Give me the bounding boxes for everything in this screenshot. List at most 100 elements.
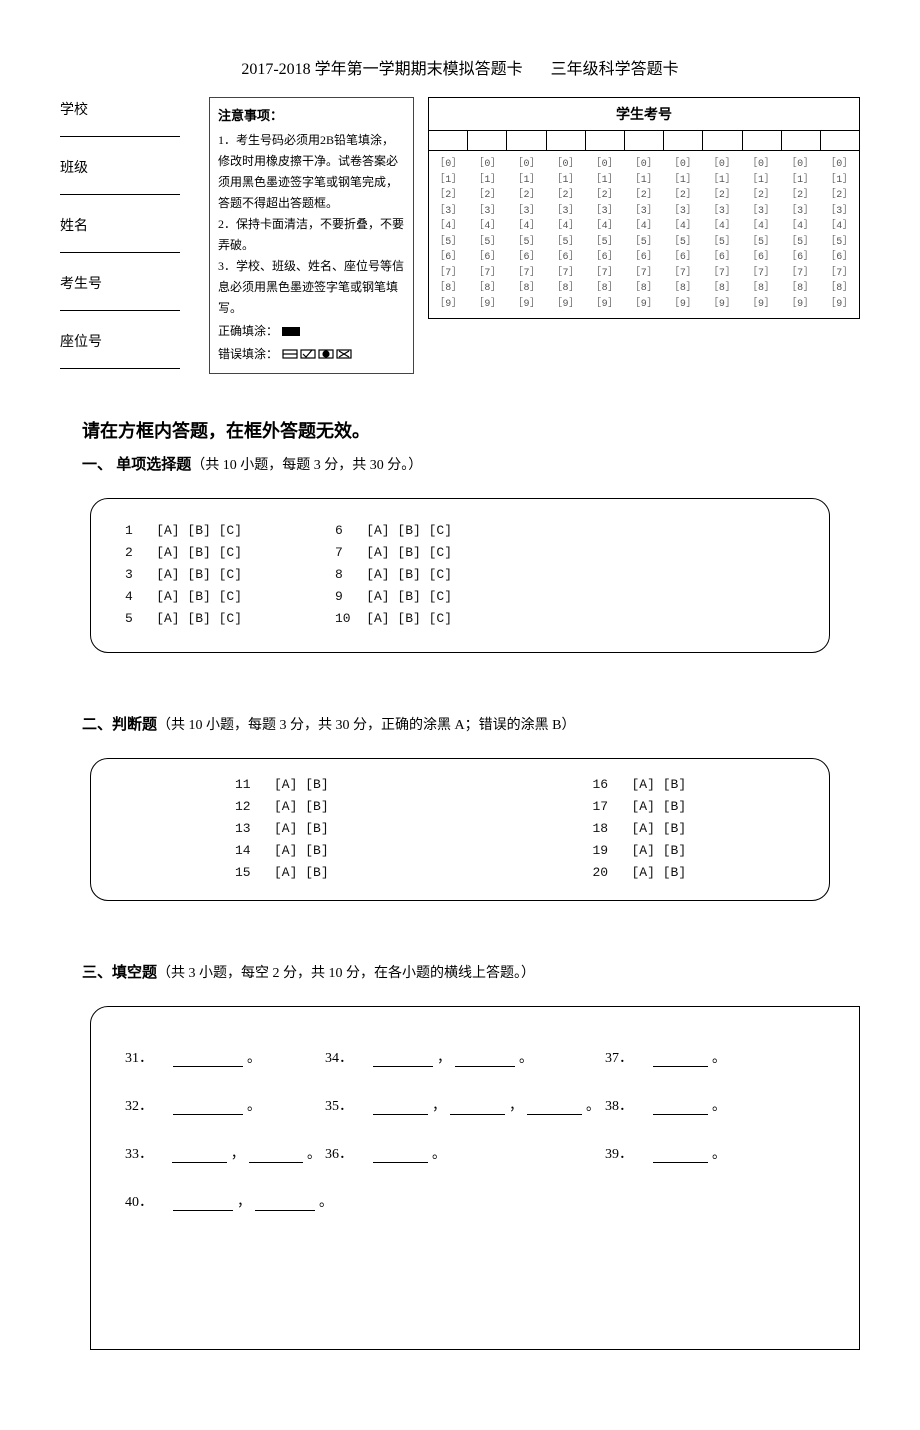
section1-col-right[interactable]: 6 [A] [B] [C]7 [A] [B] [C]8 [A] [B] [C]9… [335,523,545,626]
bubble-digit[interactable]: ［4］ [624,219,663,235]
bubble-digit[interactable]: ［4］ [507,219,546,235]
bubble-digit[interactable]: ［9］ [664,297,703,313]
bubble-digit[interactable]: ［5］ [781,235,820,251]
bubble-digit[interactable]: ［7］ [546,266,585,282]
choice-row[interactable]: 16 [A] [B] [593,777,796,792]
bubble-digit[interactable]: ［9］ [703,297,742,313]
bubble-digit[interactable]: ［6］ [742,250,781,266]
bubble-digit[interactable]: ［7］ [742,266,781,282]
bubble-digit[interactable]: ［2］ [624,188,663,204]
fill-q31[interactable]: 31．。 [125,1047,325,1067]
bubble-digit[interactable]: ［7］ [664,266,703,282]
choice-row[interactable]: 10 [A] [B] [C] [335,611,545,626]
section1-col-left[interactable]: 1 [A] [B] [C]2 [A] [B] [C]3 [A] [B] [C]4… [125,523,335,626]
bubble-digit[interactable]: ［9］ [468,297,507,313]
bubble-digit[interactable]: ［6］ [781,250,820,266]
bubble-column[interactable]: ［0］［1］［2］［3］［4］［5］［6］［7］［8］［9］ [507,157,546,312]
choice-row[interactable]: 20 [A] [B] [593,865,796,880]
bubble-digit[interactable]: ［0］ [468,157,507,173]
bubble-digit[interactable]: ［4］ [820,219,859,235]
bubble-digit[interactable]: ［8］ [429,281,468,297]
bubble-digit[interactable]: ［8］ [703,281,742,297]
choice-row[interactable]: 9 [A] [B] [C] [335,589,545,604]
fill-q37[interactable]: 37．。 [605,1047,730,1067]
bubble-digit[interactable]: ［6］ [585,250,624,266]
bubble-digit[interactable]: ［7］ [703,266,742,282]
bubble-digit[interactable]: ［3］ [468,204,507,220]
bubble-digit[interactable]: ［6］ [429,250,468,266]
bubble-digit[interactable]: ［9］ [585,297,624,313]
bubble-digit[interactable]: ［2］ [703,188,742,204]
section2-col-left[interactable]: 11 [A] [B]12 [A] [B]13 [A] [B]14 [A] [B]… [235,777,438,880]
examid-input-line[interactable] [60,297,180,311]
choice-row[interactable]: 17 [A] [B] [593,799,796,814]
bubble-digit[interactable]: ［5］ [742,235,781,251]
bubble-digit[interactable]: ［2］ [507,188,546,204]
bubble-column[interactable]: ［0］［1］［2］［3］［4］［5］［6］［7］［8］［9］ [468,157,507,312]
exam-number-bubble-grid[interactable]: ［0］［1］［2］［3］［4］［5］［6］［7］［8］［9］［0］［1］［2］［… [429,151,859,318]
bubble-digit[interactable]: ［6］ [703,250,742,266]
bubble-digit[interactable]: ［1］ [703,173,742,189]
exam-digit-cell[interactable] [664,131,703,150]
choice-row[interactable]: 19 [A] [B] [593,843,796,858]
bubble-digit[interactable]: ［5］ [624,235,663,251]
bubble-digit[interactable]: ［1］ [468,173,507,189]
bubble-digit[interactable]: ［2］ [468,188,507,204]
choice-row[interactable]: 11 [A] [B] [235,777,438,792]
bubble-digit[interactable]: ［3］ [820,204,859,220]
bubble-column[interactable]: ［0］［1］［2］［3］［4］［5］［6］［7］［8］［9］ [742,157,781,312]
bubble-column[interactable]: ［0］［1］［2］［3］［4］［5］［6］［7］［8］［9］ [820,157,859,312]
bubble-digit[interactable]: ［4］ [703,219,742,235]
bubble-digit[interactable]: ［6］ [507,250,546,266]
bubble-digit[interactable]: ［0］ [546,157,585,173]
bubble-digit[interactable]: ［3］ [624,204,663,220]
choice-row[interactable]: 15 [A] [B] [235,865,438,880]
bubble-digit[interactable]: ［5］ [468,235,507,251]
bubble-digit[interactable]: ［8］ [664,281,703,297]
bubble-digit[interactable]: ［8］ [468,281,507,297]
bubble-digit[interactable]: ［5］ [429,235,468,251]
exam-digit-cell[interactable] [782,131,821,150]
bubble-digit[interactable]: ［0］ [507,157,546,173]
fill-q35[interactable]: 35．，，。 [325,1095,605,1115]
fill-q34[interactable]: 34．，。 [325,1047,605,1067]
bubble-column[interactable]: ［0］［1］［2］［3］［4］［5］［6］［7］［8］［9］ [624,157,663,312]
bubble-digit[interactable]: ［6］ [664,250,703,266]
bubble-digit[interactable]: ［8］ [546,281,585,297]
bubble-digit[interactable]: ［8］ [742,281,781,297]
bubble-digit[interactable]: ［2］ [781,188,820,204]
exam-digit-cell[interactable] [703,131,742,150]
bubble-digit[interactable]: ［0］ [781,157,820,173]
choice-row[interactable]: 7 [A] [B] [C] [335,545,545,560]
choice-row[interactable]: 14 [A] [B] [235,843,438,858]
bubble-column[interactable]: ［0］［1］［2］［3］［4］［5］［6］［7］［8］［9］ [781,157,820,312]
bubble-digit[interactable]: ［8］ [624,281,663,297]
bubble-digit[interactable]: ［6］ [468,250,507,266]
bubble-digit[interactable]: ［7］ [507,266,546,282]
choice-row[interactable]: 2 [A] [B] [C] [125,545,335,560]
bubble-digit[interactable]: ［9］ [781,297,820,313]
bubble-digit[interactable]: ［7］ [781,266,820,282]
choice-row[interactable]: 6 [A] [B] [C] [335,523,545,538]
choice-row[interactable]: 18 [A] [B] [593,821,796,836]
bubble-digit[interactable]: ［2］ [820,188,859,204]
exam-digit-cell[interactable] [507,131,546,150]
bubble-digit[interactable]: ［0］ [742,157,781,173]
fill-q32[interactable]: 32．。 [125,1095,325,1115]
bubble-digit[interactable]: ［0］ [664,157,703,173]
bubble-digit[interactable]: ［8］ [585,281,624,297]
bubble-digit[interactable]: ［5］ [820,235,859,251]
bubble-digit[interactable]: ［6］ [546,250,585,266]
choice-row[interactable]: 1 [A] [B] [C] [125,523,335,538]
bubble-digit[interactable]: ［8］ [820,281,859,297]
bubble-digit[interactable]: ［3］ [585,204,624,220]
bubble-digit[interactable]: ［5］ [546,235,585,251]
bubble-digit[interactable]: ［3］ [507,204,546,220]
school-input-line[interactable] [60,123,180,137]
bubble-digit[interactable]: ［9］ [546,297,585,313]
bubble-digit[interactable]: ［1］ [507,173,546,189]
exam-digit-cell[interactable] [821,131,859,150]
bubble-column[interactable]: ［0］［1］［2］［3］［4］［5］［6］［7］［8］［9］ [429,157,468,312]
bubble-digit[interactable]: ［0］ [703,157,742,173]
choice-row[interactable]: 13 [A] [B] [235,821,438,836]
